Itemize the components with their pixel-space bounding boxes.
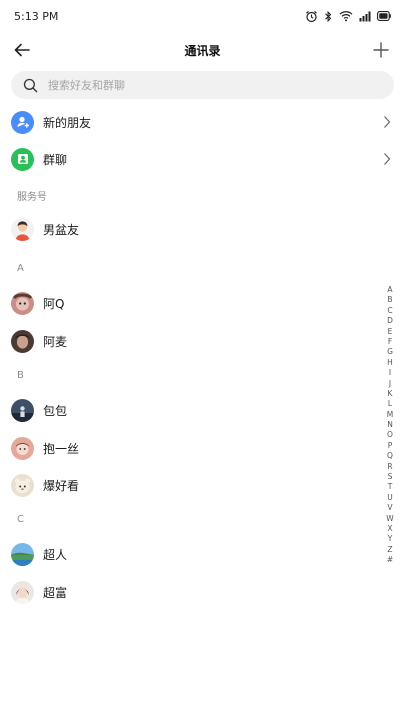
new-friends-label: 新的朋友 <box>43 115 92 130</box>
index-letter[interactable]: E <box>388 327 393 337</box>
contact-name: 阿Q <box>43 296 65 311</box>
group-chat-item[interactable]: 群聊 <box>0 141 405 177</box>
avatar <box>11 217 34 241</box>
group-icon <box>11 147 34 171</box>
index-letter[interactable]: Z <box>387 545 392 555</box>
avatar <box>11 542 34 566</box>
avatar <box>11 291 34 315</box>
contact-name: 包包 <box>43 403 68 418</box>
page-title: 通讯录 <box>184 43 221 58</box>
back-arrow-icon[interactable] <box>10 38 34 62</box>
index-letter[interactable]: X <box>387 524 392 534</box>
battery-icon <box>377 11 391 21</box>
index-letter[interactable]: K <box>388 389 393 399</box>
contact-name: 超富 <box>43 585 68 600</box>
alphabet-index[interactable]: A B C D E F G H I J K L M N O P Q R S T U V W X Y Z # <box>384 285 396 566</box>
index-letter[interactable]: N <box>387 420 393 430</box>
alarm-icon <box>306 10 317 22</box>
contact-row[interactable]: 超人 <box>0 536 405 572</box>
section-letter: B <box>17 370 24 381</box>
index-letter[interactable]: Q <box>387 451 393 461</box>
contact-name: 抱一丝 <box>43 441 80 456</box>
chevron-right-icon <box>384 153 391 165</box>
search-input[interactable] <box>48 78 348 92</box>
add-icon[interactable] <box>369 38 393 62</box>
index-letter[interactable]: Y <box>388 534 393 544</box>
contact-name: 爆好看 <box>43 478 80 493</box>
add-user-icon <box>11 110 34 134</box>
index-letter[interactable]: R <box>387 462 392 472</box>
index-letter[interactable]: D <box>387 316 393 326</box>
group-chat-label: 群聊 <box>43 152 68 167</box>
status-bar: 5:13 PM <box>0 0 405 32</box>
contact-row[interactable]: 男盆友 <box>0 211 405 247</box>
avatar <box>11 436 34 460</box>
contact-row[interactable]: 阿麦 <box>0 323 405 359</box>
contact-name: 超人 <box>43 547 68 562</box>
index-letter[interactable]: U <box>387 493 393 503</box>
status-icons <box>305 10 391 23</box>
index-letter[interactable]: W <box>386 514 393 524</box>
section-letter: C <box>17 514 24 525</box>
contact-row[interactable]: 超富 <box>0 574 405 610</box>
contact-row[interactable]: 抱一丝 <box>0 430 405 466</box>
index-letter[interactable]: G <box>387 347 393 357</box>
chevron-right-icon <box>384 116 391 128</box>
search-icon <box>23 78 38 92</box>
index-letter[interactable]: V <box>387 503 392 513</box>
wifi-icon <box>339 11 353 22</box>
status-time: 5:13 PM <box>14 9 59 23</box>
index-letter[interactable]: S <box>388 472 393 482</box>
avatar <box>11 398 34 422</box>
index-letter[interactable]: T <box>388 482 393 492</box>
index-letter[interactable]: P <box>388 441 393 451</box>
index-letter[interactable]: L <box>388 399 392 409</box>
signal-icon <box>359 11 371 21</box>
avatar <box>11 329 34 353</box>
header: 通讯录 <box>0 32 405 68</box>
index-letter[interactable]: F <box>388 337 392 347</box>
index-letter[interactable]: # <box>387 555 393 565</box>
avatar <box>11 580 34 604</box>
index-letter[interactable]: I <box>389 368 391 378</box>
contact-row[interactable]: 爆好看 <box>0 467 405 503</box>
contact-row[interactable]: 阿Q <box>0 285 405 321</box>
search-bar[interactable] <box>11 71 394 99</box>
service-accounts-header: 服务号 <box>17 192 47 203</box>
index-letter[interactable]: H <box>387 358 393 368</box>
index-letter[interactable]: M <box>387 410 393 420</box>
contact-name: 阿麦 <box>43 334 68 349</box>
index-letter[interactable]: A <box>387 285 392 295</box>
contact-name: 男盆友 <box>43 222 80 237</box>
index-letter[interactable]: J <box>389 379 391 389</box>
avatar <box>11 473 34 497</box>
index-letter[interactable]: O <box>387 430 393 440</box>
section-letter: A <box>17 263 24 274</box>
bluetooth-icon <box>325 10 332 22</box>
index-letter[interactable]: C <box>387 306 392 316</box>
index-letter[interactable]: B <box>387 295 392 305</box>
contact-row[interactable]: 包包 <box>0 392 405 428</box>
new-friends-item[interactable]: 新的朋友 <box>0 104 405 140</box>
